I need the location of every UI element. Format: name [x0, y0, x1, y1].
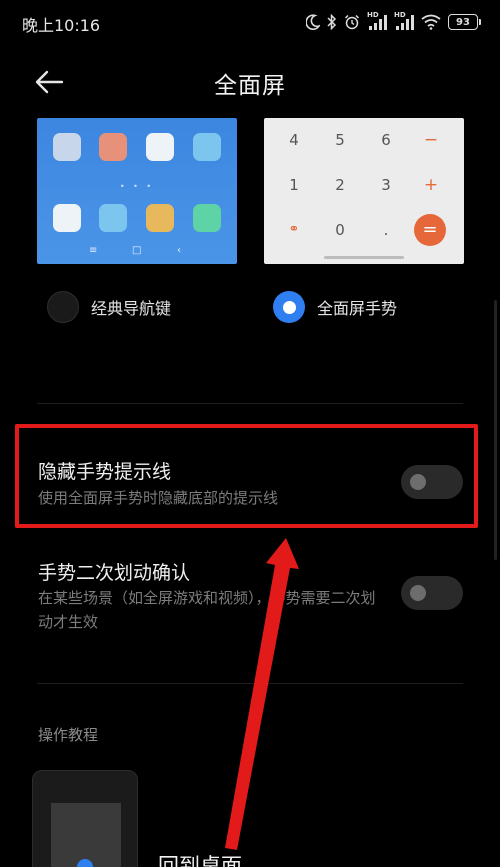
home-key-icon: □ [132, 245, 142, 256]
calc-key: . [383, 221, 389, 239]
equal-key: = [414, 214, 446, 246]
battery-icon: 93 [448, 14, 481, 30]
toggle-knob [410, 585, 426, 601]
gesture-navigation-option[interactable]: 全面屏手势 [273, 290, 397, 324]
full-screen-settings-page: 晚上10:16 HD HD 93 全面屏 • • • ≡ □ ‹ 4 5 6 −… [0, 0, 500, 867]
app-icon [146, 204, 174, 232]
calc-key: 5 [335, 131, 345, 149]
signal-icon: HD [394, 11, 414, 31]
tutorial-section-label: 操作教程 [38, 726, 99, 744]
page-indicator: • • • [119, 182, 155, 191]
tutorial-phone-screen [51, 803, 121, 867]
status-time: 晚上10:16 [22, 16, 101, 35]
gesture-navigation-label: 全面屏手势 [317, 299, 398, 318]
plus-key: + [423, 175, 439, 195]
classic-navigation-option[interactable]: 经典导航键 [47, 290, 171, 324]
setting-title: 手势二次划动确认 [38, 562, 191, 584]
calc-key: 3 [381, 176, 391, 194]
header: 全面屏 [0, 52, 500, 112]
page-title: 全面屏 [214, 73, 286, 99]
gesture-navigation-preview[interactable]: 4 5 6 − 1 2 3 + ⚭ 0 . = [264, 118, 464, 264]
menu-key-icon: ≡ [89, 245, 98, 256]
network-tag: HD [367, 11, 379, 19]
app-icon [99, 204, 127, 232]
scrollbar[interactable] [494, 300, 497, 560]
nav-keys: ≡ □ ‹ [37, 244, 237, 258]
moon-icon [306, 14, 320, 30]
alarm-icon [344, 14, 360, 30]
radio-dot [282, 300, 296, 314]
tutorial-card[interactable] [32, 770, 138, 867]
setting-subtitle: 在某些场景（如全屏游戏和视频），手势需要二次划动才生效 [38, 589, 376, 631]
setting-subtitle: 使用全面屏手势时隐藏底部的提示线 [38, 489, 279, 507]
divider [37, 403, 463, 404]
tutorial-item-title: 回到桌面 [158, 854, 242, 867]
back-key-icon: ‹ [177, 245, 181, 256]
signal-icon: HD [367, 11, 387, 31]
app-icon [146, 133, 174, 161]
swap-icon: ⚭ [288, 222, 300, 237]
calc-key: 1 [289, 176, 299, 194]
classic-navigation-label: 经典导航键 [91, 299, 172, 318]
setting-title: 隐藏手势提示线 [38, 461, 172, 483]
gesture-hint-bar [324, 256, 404, 259]
app-icon [53, 133, 81, 161]
classic-navigation-preview[interactable]: • • • ≡ □ ‹ [37, 118, 237, 264]
status-icons: HD HD 93 [306, 10, 481, 34]
calc-key: 4 [289, 131, 299, 149]
toggle-knob [410, 474, 426, 490]
battery-level: 93 [456, 16, 470, 28]
app-icon [193, 133, 221, 161]
gesture-double-swipe-toggle[interactable] [401, 576, 463, 610]
hide-gesture-line-toggle[interactable] [401, 465, 463, 499]
app-icon [193, 204, 221, 232]
bluetooth-icon [327, 14, 337, 30]
app-icon [99, 133, 127, 161]
radio-unselected[interactable] [47, 291, 79, 323]
app-icon [53, 204, 81, 232]
calc-key: 2 [335, 176, 345, 194]
divider [37, 683, 463, 684]
calc-key: 6 [381, 131, 391, 149]
wifi-icon [421, 14, 441, 30]
network-tag: HD [394, 11, 406, 19]
calc-key: 0 [335, 221, 345, 239]
minus-key: − [423, 130, 439, 150]
radio-selected[interactable] [273, 291, 305, 323]
status-bar: 晚上10:16 HD HD 93 [0, 0, 500, 46]
